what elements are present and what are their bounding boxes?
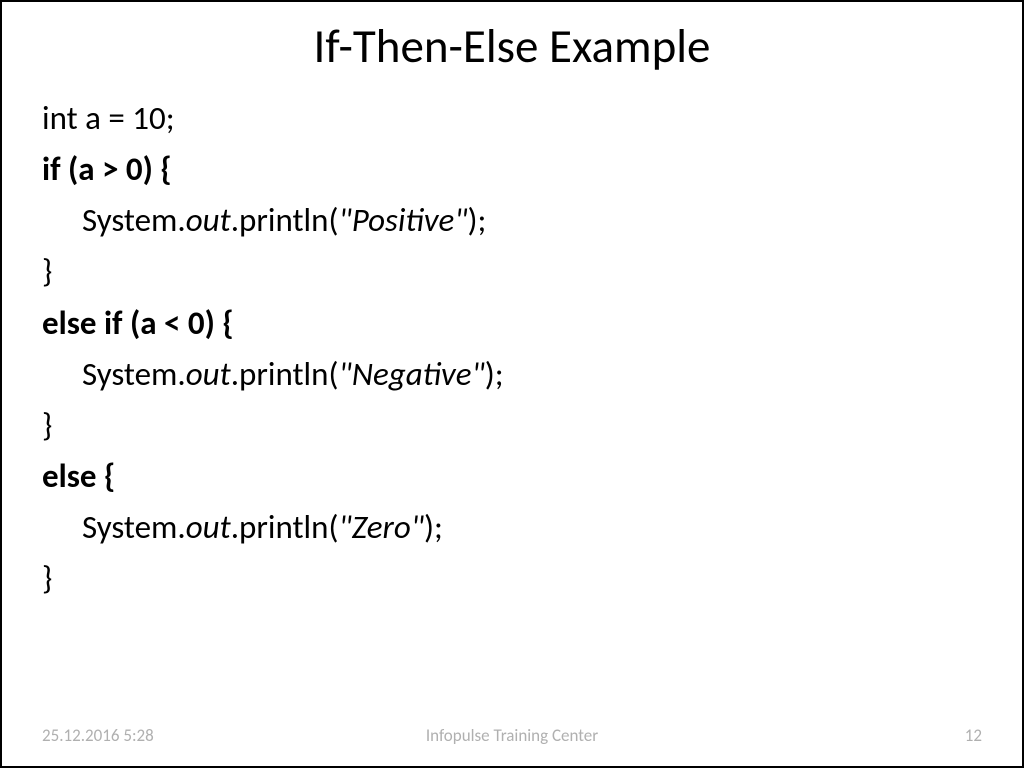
- code-line-1: int a = 10;: [42, 93, 982, 144]
- code-line-9: System.out.println("Zero");: [42, 502, 982, 553]
- code-line-2: if (a > 0) {: [42, 144, 982, 195]
- code-text: "Positive": [338, 200, 467, 240]
- footer-center: Infopulse Training Center: [426, 725, 598, 746]
- slide-title: If-Then-Else Example: [42, 17, 982, 75]
- code-line-8: else {: [42, 451, 982, 502]
- code-line-4: }: [42, 246, 982, 297]
- code-text: out: [186, 507, 231, 547]
- slide-container: If-Then-Else Example int a = 10; if (a >…: [2, 2, 1022, 766]
- code-text: );: [468, 200, 487, 240]
- code-line-3: System.out.println("Positive");: [42, 195, 982, 246]
- code-line-10: }: [42, 553, 982, 604]
- code-text: out: [186, 200, 231, 240]
- code-line-5: else if (a < 0) {: [42, 298, 982, 349]
- code-text: .println(: [231, 200, 339, 240]
- code-text: "Zero": [338, 507, 424, 547]
- code-text: );: [424, 507, 443, 547]
- code-text: out: [186, 354, 231, 394]
- footer-date: 25.12.2016 5:28: [42, 725, 154, 746]
- code-text: .println(: [231, 354, 339, 394]
- code-text: System.: [82, 354, 186, 394]
- code-text: );: [485, 354, 504, 394]
- code-line-7: }: [42, 400, 982, 451]
- code-text: .println(: [231, 507, 339, 547]
- code-text: System.: [82, 200, 186, 240]
- code-line-6: System.out.println("Negative");: [42, 349, 982, 400]
- code-text: System.: [82, 507, 186, 547]
- slide-footer: 25.12.2016 5:28 Infopulse Training Cente…: [2, 725, 1022, 746]
- code-example: int a = 10; if (a > 0) { System.out.prin…: [42, 93, 982, 726]
- code-text: "Negative": [338, 354, 484, 394]
- footer-page: 12: [965, 725, 982, 746]
